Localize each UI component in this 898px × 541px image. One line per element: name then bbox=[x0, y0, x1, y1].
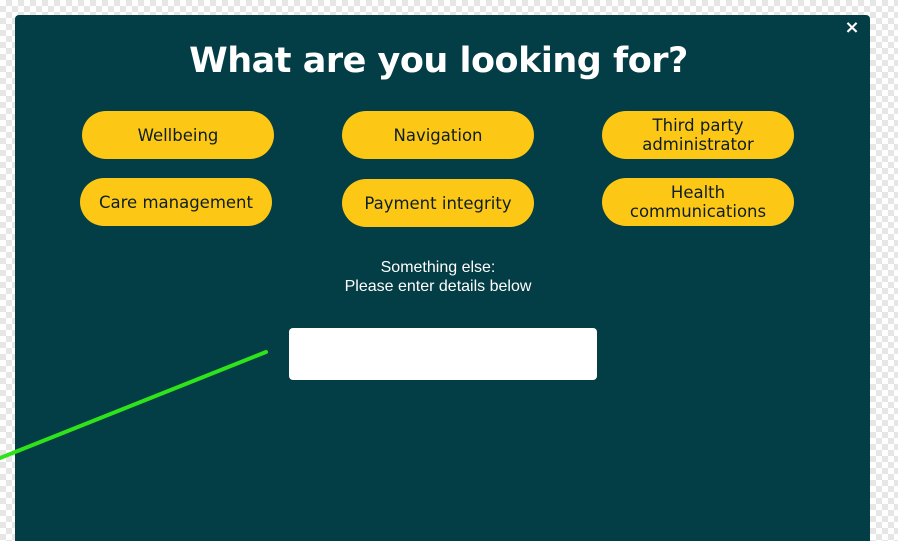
modal-dialog: × What are you looking for? Wellbeing Na… bbox=[15, 15, 870, 541]
enter-details-line: Please enter details below bbox=[344, 278, 532, 295]
close-button[interactable]: × bbox=[841, 17, 863, 39]
option-button-navigation[interactable]: Navigation bbox=[342, 111, 534, 159]
option-button-wellbeing[interactable]: Wellbeing bbox=[82, 111, 274, 159]
something-else-line: Something else: bbox=[380, 259, 496, 276]
option-button-third-party-administrator[interactable]: Third party administrator bbox=[602, 111, 794, 159]
details-input[interactable] bbox=[289, 328, 597, 380]
option-button-payment-integrity[interactable]: Payment integrity bbox=[342, 179, 534, 227]
option-button-care-management[interactable]: Care management bbox=[80, 178, 272, 226]
something-else-label: Something else: Please enter details bel… bbox=[298, 258, 578, 296]
modal-title: What are you looking for? bbox=[189, 41, 688, 81]
option-button-health-communications[interactable]: Health communications bbox=[602, 178, 794, 226]
